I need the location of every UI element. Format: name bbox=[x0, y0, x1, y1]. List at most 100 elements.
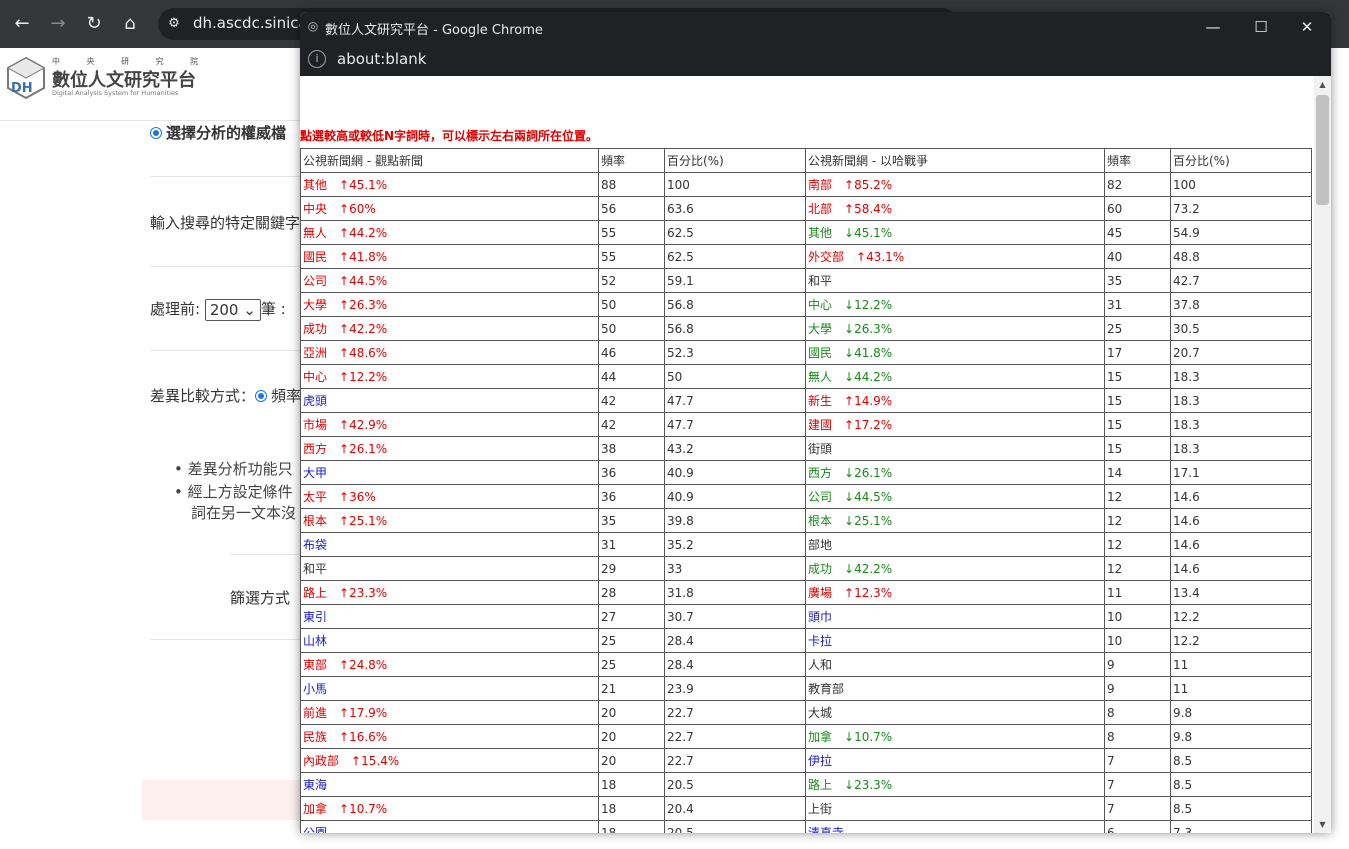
right-term[interactable]: 南部 bbox=[808, 178, 832, 192]
left-term-cell[interactable]: 亞洲 ↑48.6% bbox=[300, 340, 599, 365]
right-diff[interactable]: ↓42.2% bbox=[844, 562, 892, 576]
right-diff[interactable]: ↓45.1% bbox=[844, 226, 892, 240]
home-icon[interactable]: ⌂ bbox=[118, 12, 142, 36]
right-term[interactable]: 北部 bbox=[808, 202, 832, 216]
right-term-cell[interactable]: 大學 ↓26.3% bbox=[805, 316, 1105, 341]
left-term-cell[interactable]: 中心 ↑12.2% bbox=[300, 364, 599, 389]
right-term-cell[interactable]: 新生 ↑14.9% bbox=[805, 388, 1105, 413]
left-term-cell[interactable]: 東部 ↑24.8% bbox=[300, 652, 599, 677]
left-term[interactable]: 無人 bbox=[303, 226, 327, 240]
popup-url[interactable]: about:blank bbox=[337, 50, 426, 68]
left-term[interactable]: 內政部 bbox=[303, 754, 339, 768]
left-term-cell[interactable]: 前進 ↑17.9% bbox=[300, 700, 599, 725]
right-term[interactable]: 其他 bbox=[808, 226, 832, 240]
left-diff[interactable]: ↑42.9% bbox=[339, 418, 387, 432]
left-term[interactable]: 市場 bbox=[303, 418, 327, 432]
right-term[interactable]: 根本 bbox=[808, 514, 832, 528]
right-term[interactable]: 西方 bbox=[808, 466, 832, 480]
left-diff[interactable]: ↑12.2% bbox=[339, 370, 387, 384]
right-diff[interactable]: ↓44.2% bbox=[844, 370, 892, 384]
right-diff[interactable]: ↑85.2% bbox=[844, 178, 892, 192]
left-term[interactable]: 民族 bbox=[303, 730, 327, 744]
left-term-cell[interactable]: 太平 ↑36% bbox=[300, 484, 599, 509]
right-term[interactable]: 加拿 bbox=[808, 730, 832, 744]
right-term-cell[interactable]: 廣場 ↑12.3% bbox=[805, 580, 1105, 605]
right-term-cell[interactable]: 加拿 ↓10.7% bbox=[805, 724, 1105, 749]
info-icon[interactable]: i bbox=[308, 50, 326, 68]
right-term[interactable]: 公司 bbox=[808, 490, 832, 504]
left-term-cell[interactable]: 東海 bbox=[300, 772, 599, 797]
left-diff[interactable]: ↑44.2% bbox=[339, 226, 387, 240]
left-term[interactable]: 公園 bbox=[303, 826, 327, 833]
left-diff[interactable]: ↑60% bbox=[339, 202, 376, 216]
right-term-cell[interactable]: 成功 ↓42.2% bbox=[805, 556, 1105, 581]
left-term[interactable]: 成功 bbox=[303, 322, 327, 336]
scrollbar-thumb[interactable] bbox=[1316, 95, 1329, 205]
left-term-cell[interactable]: 大甲 bbox=[300, 460, 599, 485]
right-term-cell[interactable]: 路上 ↓23.3% bbox=[805, 772, 1105, 797]
left-term-cell[interactable]: 虎頭 bbox=[300, 388, 599, 413]
right-diff[interactable]: ↑12.3% bbox=[844, 586, 892, 600]
left-term-cell[interactable]: 布袋 bbox=[300, 532, 599, 557]
left-diff[interactable]: ↑23.3% bbox=[339, 586, 387, 600]
radio-selected-icon[interactable] bbox=[255, 390, 268, 402]
right-term-cell[interactable]: 外交部 ↑43.1% bbox=[805, 244, 1105, 269]
right-term[interactable]: 人和 bbox=[808, 658, 832, 672]
right-diff[interactable]: ↑17.2% bbox=[844, 418, 892, 432]
forward-arrow-icon[interactable]: → bbox=[46, 12, 70, 36]
right-term[interactable]: 大城 bbox=[808, 706, 832, 720]
right-diff[interactable]: ↓12.2% bbox=[844, 298, 892, 312]
close-icon[interactable]: ✕ bbox=[1287, 15, 1327, 39]
right-term-cell[interactable]: 根本 ↓25.1% bbox=[805, 508, 1105, 533]
radio-selected-icon[interactable] bbox=[150, 127, 162, 139]
minimize-icon[interactable]: — bbox=[1193, 15, 1233, 39]
left-term-cell[interactable]: 小馬 bbox=[300, 676, 599, 701]
left-term[interactable]: 前進 bbox=[303, 706, 327, 720]
right-term[interactable]: 無人 bbox=[808, 370, 832, 384]
left-term[interactable]: 西方 bbox=[303, 442, 327, 456]
scroll-up-icon[interactable]: ▲ bbox=[1314, 76, 1331, 93]
left-term[interactable]: 山林 bbox=[303, 634, 327, 648]
left-term[interactable]: 和平 bbox=[303, 562, 327, 576]
right-term-cell[interactable]: 南部 ↑85.2% bbox=[805, 172, 1105, 197]
left-term-cell[interactable]: 根本 ↑25.1% bbox=[300, 508, 599, 533]
right-term-cell[interactable]: 大城 bbox=[805, 700, 1105, 725]
left-term-cell[interactable]: 成功 ↑42.2% bbox=[300, 316, 599, 341]
left-term-cell[interactable]: 山林 bbox=[300, 628, 599, 653]
right-diff[interactable]: ↓10.7% bbox=[844, 730, 892, 744]
right-diff[interactable]: ↓44.5% bbox=[844, 490, 892, 504]
left-diff[interactable]: ↑45.1% bbox=[339, 178, 387, 192]
right-term-cell[interactable]: 清真寺 bbox=[805, 820, 1105, 833]
left-diff[interactable]: ↑36% bbox=[339, 490, 376, 504]
right-term-cell[interactable]: 街頭 bbox=[805, 436, 1105, 461]
left-term-cell[interactable]: 民族 ↑16.6% bbox=[300, 724, 599, 749]
left-diff[interactable]: ↑16.6% bbox=[339, 730, 387, 744]
left-term[interactable]: 中央 bbox=[303, 202, 327, 216]
compare-option[interactable]: 頻率 bbox=[271, 387, 301, 405]
left-diff[interactable]: ↑24.8% bbox=[339, 658, 387, 672]
right-diff[interactable]: ↓41.8% bbox=[844, 346, 892, 360]
scroll-down-icon[interactable]: ▼ bbox=[1314, 816, 1331, 833]
left-term[interactable]: 小馬 bbox=[303, 682, 327, 696]
left-term-cell[interactable]: 其他 ↑45.1% bbox=[300, 172, 599, 197]
left-term-cell[interactable]: 西方 ↑26.1% bbox=[300, 436, 599, 461]
right-term-cell[interactable]: 國民 ↓41.8% bbox=[805, 340, 1105, 365]
right-term[interactable]: 廣場 bbox=[808, 586, 832, 600]
site-settings-icon[interactable]: ⚙ bbox=[164, 14, 184, 34]
right-term-cell[interactable]: 和平 bbox=[805, 268, 1105, 293]
right-diff[interactable]: ↓25.1% bbox=[844, 514, 892, 528]
right-term-cell[interactable]: 無人 ↓44.2% bbox=[805, 364, 1105, 389]
right-term[interactable]: 清真寺 bbox=[808, 826, 844, 833]
right-term[interactable]: 教育部 bbox=[808, 682, 844, 696]
right-term[interactable]: 部地 bbox=[808, 538, 832, 552]
left-term-cell[interactable]: 大學 ↑26.3% bbox=[300, 292, 599, 317]
right-term-cell[interactable]: 頭巾 bbox=[805, 604, 1105, 629]
left-term-cell[interactable]: 國民 ↑41.8% bbox=[300, 244, 599, 269]
popup-titlebar[interactable]: ◎ 數位人文研究平台 - Google Chrome — ☐ ✕ bbox=[300, 12, 1331, 42]
right-term[interactable]: 建國 bbox=[808, 418, 832, 432]
left-diff[interactable]: ↑17.9% bbox=[339, 706, 387, 720]
left-term-cell[interactable]: 公園 bbox=[300, 820, 599, 833]
left-diff[interactable]: ↑42.2% bbox=[339, 322, 387, 336]
left-term[interactable]: 大學 bbox=[303, 298, 327, 312]
right-term-cell[interactable]: 中心 ↓12.2% bbox=[805, 292, 1105, 317]
